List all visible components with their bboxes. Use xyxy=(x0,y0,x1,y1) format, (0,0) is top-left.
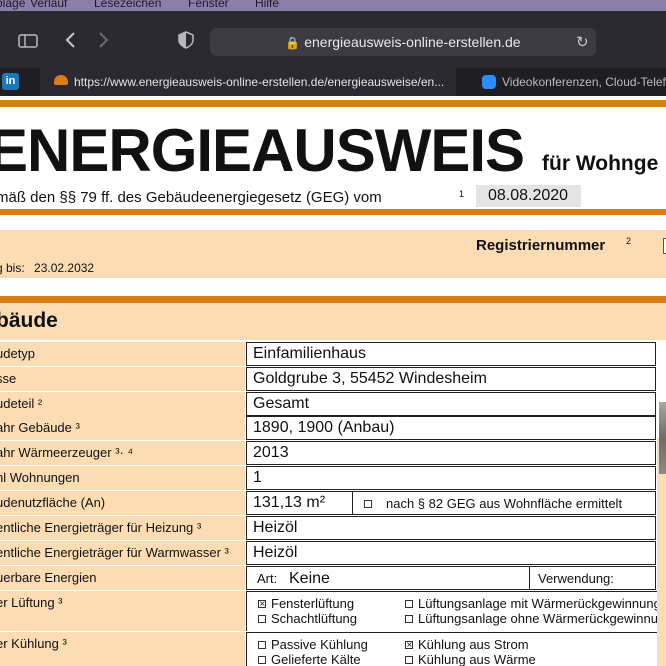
page-content: ENERGIEAUSWEIS für Wohnge mäß den §§ 79 … xyxy=(0,96,666,666)
label-gebaeudenutzflaeche: udenutzfläche (An) xyxy=(0,491,245,516)
header-rule xyxy=(0,209,666,215)
label-baujahr-waermeerzeuger: ahr Wärmeerzeuger ³· ⁴ xyxy=(0,441,245,466)
tab-favicon-icon xyxy=(54,75,68,85)
value-baujahr-gebaeude[interactable]: 1890, 1900 (Anbau) xyxy=(246,416,656,440)
back-icon[interactable] xyxy=(64,31,76,53)
section-rule xyxy=(0,296,666,303)
browser-toolbar: 🔒 energieausweis-online-erstellen.de ↻ xyxy=(0,11,666,68)
menu-hilfe[interactable]: Hilfe xyxy=(255,0,279,10)
lueftung-options: × Fensterlüftung Lüftungsanlage mit Wärm… xyxy=(246,591,666,631)
document-title: ENERGIEAUSWEIS xyxy=(0,117,525,184)
label-baujahr-gebaeude: ahr Gebäude ³ xyxy=(0,416,245,441)
date-field: 08.08.2020 xyxy=(476,185,581,207)
kuehlung-options: Passive Kühlung × Kühlung aus Strom Geli… xyxy=(246,632,666,666)
tab-energieausweis[interactable]: https://www.energieausweis-online-erstel… xyxy=(40,68,456,96)
shield-icon[interactable] xyxy=(178,31,194,53)
fensterlueftung-label: Fensterlüftung xyxy=(271,596,355,611)
schachtlueftung-label: Schachtlüftung xyxy=(271,611,358,626)
renewable-use-field[interactable]: Verwendung: xyxy=(529,566,656,590)
section-title: bäude xyxy=(0,309,58,332)
renewable-art-label: Art: xyxy=(257,571,278,586)
top-rule xyxy=(0,100,666,107)
lueftungsanlage-mit-label: Lüftungsanlage mit Wärmerückgewinnung xyxy=(418,596,661,611)
kuehlung-strom-checkbox[interactable]: × xyxy=(405,641,413,649)
menu-verlauf[interactable]: Verlauf xyxy=(30,0,67,10)
address-text: energieausweis-online-erstellen.de xyxy=(304,34,521,50)
passive-kuehlung-checkbox[interactable] xyxy=(258,641,266,649)
renewable-art-field[interactable]: Art: Keine xyxy=(246,566,530,590)
registration-label: Registriernummer xyxy=(476,237,606,254)
address-bar[interactable]: 🔒 energieausweis-online-erstellen.de ↻ xyxy=(210,28,596,56)
passive-kuehlung-label: Passive Kühlung xyxy=(271,637,368,652)
schachtlueftung-checkbox[interactable] xyxy=(258,615,266,623)
law-text: mäß den §§ 79 ff. des Gebäudeenergiegese… xyxy=(0,189,382,206)
label-energietraeger-heizung: entliche Energieträger für Heizung ³ xyxy=(0,516,245,541)
menu-bar: Ablage Verlauf Lesezeichen Fenster Hilfe xyxy=(0,0,666,11)
building-photo xyxy=(659,402,666,474)
value-gebaeudetyp[interactable]: Einfamilienhaus xyxy=(246,342,656,366)
reload-icon[interactable]: ↻ xyxy=(576,33,589,51)
gelieferte-kaelte-label: Gelieferte Kälte xyxy=(271,652,361,666)
footnote-1: 1 xyxy=(459,189,465,199)
label-energietraeger-warmwasser: entliche Energieträger für Warmwasser ³ xyxy=(0,541,245,566)
fensterlueftung-checkbox[interactable]: × xyxy=(258,600,266,608)
forward-icon[interactable] xyxy=(98,31,110,53)
area-note-field: nach § 82 GEG aus Wohnfläche ermittelt xyxy=(352,491,656,515)
tab-bar: in https://www.energieausweis-online-ers… xyxy=(0,68,666,96)
renewable-art-value: Keine xyxy=(289,570,330,587)
tab-zoom[interactable]: Videokonferenzen, Cloud-Telefo xyxy=(470,68,666,96)
label-erneuerbare-energien: uerbare Energien xyxy=(0,566,245,591)
zoom-video-icon xyxy=(482,75,496,89)
lueftungsanlage-mit-checkbox[interactable] xyxy=(405,600,413,608)
value-energietraeger-warmwasser[interactable]: Heizöl xyxy=(246,541,656,565)
footnote-2: 2 xyxy=(626,236,632,246)
document-subtitle: für Wohnge xyxy=(542,152,659,175)
value-anzahl-wohnungen[interactable]: 1 xyxy=(246,466,656,490)
value-adresse[interactable]: Goldgrube 3, 55452 Windesheim xyxy=(246,367,656,391)
menu-fenster[interactable]: Fenster xyxy=(188,0,229,10)
lueftungsanlage-ohne-label: Lüftungsanlage ohne Wärmerückgewinnu xyxy=(418,611,658,626)
label-anzahl-wohnungen: hl Wohnungen xyxy=(0,466,245,491)
value-baujahr-waermeerzeuger[interactable]: 2013 xyxy=(246,441,656,465)
valid-until: g bis: 23.02.2032 xyxy=(0,261,95,275)
label-gebaeudeteil: udeteil ² xyxy=(0,392,245,417)
value-energietraeger-heizung[interactable]: Heizöl xyxy=(246,516,656,540)
label-lueftung: er Lüftung ³ xyxy=(0,591,245,632)
value-gebaeudenutzflaeche[interactable]: 131,13 m² xyxy=(246,491,353,515)
label-kuehlung: er Kühlung ³ xyxy=(0,632,245,666)
gelieferte-kaelte-checkbox[interactable] xyxy=(258,656,266,664)
sidebar-icon[interactable] xyxy=(18,33,38,48)
label-gebaeudetyp: udetyp xyxy=(0,342,245,367)
label-adresse: sse xyxy=(0,367,245,392)
kuehlung-waerme-checkbox[interactable] xyxy=(405,656,413,664)
menu-lesezeichen[interactable]: Lesezeichen xyxy=(94,0,161,10)
lock-icon: 🔒 xyxy=(285,36,301,50)
area-note-label: nach § 82 GEG aus Wohnfläche ermittelt xyxy=(386,496,623,511)
renewable-use-label: Verwendung: xyxy=(538,571,614,586)
menu-ablage[interactable]: Ablage xyxy=(0,0,25,10)
kuehlung-waerme-label: Kühlung aus Wärme xyxy=(418,652,536,666)
value-gebaeudeteil[interactable]: Gesamt xyxy=(246,392,656,416)
kuehlung-strom-label: Kühlung aus Strom xyxy=(418,637,529,652)
lueftungsanlage-ohne-checkbox[interactable] xyxy=(405,615,413,623)
linkedin-icon[interactable]: in xyxy=(2,73,19,90)
area-note-checkbox[interactable] xyxy=(364,500,372,508)
section-header xyxy=(0,303,666,340)
